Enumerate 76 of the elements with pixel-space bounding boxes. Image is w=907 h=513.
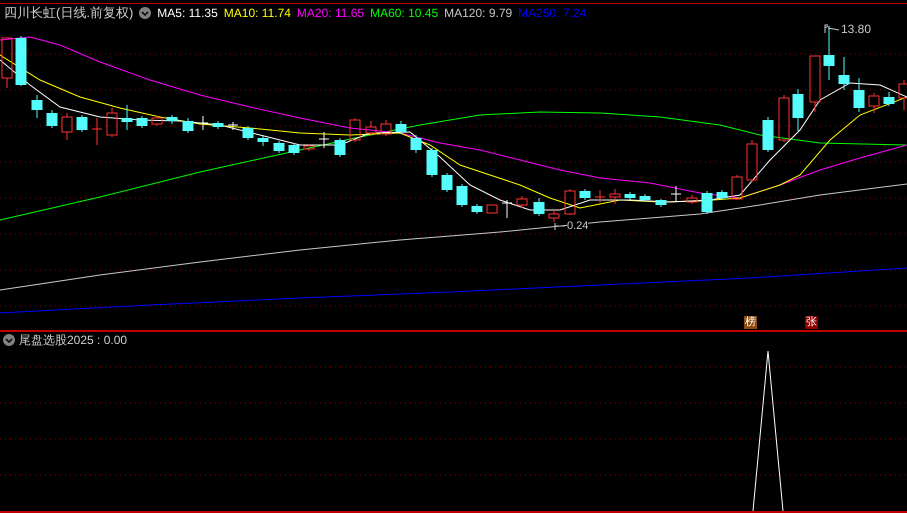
candlestick [122,104,132,130]
candlestick [106,108,118,138]
candlestick [380,120,392,136]
candlestick [46,110,58,128]
candlestick [166,114,178,124]
candlestick [396,120,406,134]
candlestick [228,122,238,130]
moving-average-label: MA60: 10.45 [370,5,438,22]
moving-average-label: MA250: 7.24 [518,5,586,22]
signal-badge: 张 [805,316,818,329]
candlestick [792,88,804,132]
candlestick [534,198,544,216]
candlestick [732,174,742,200]
candlestick [212,120,224,130]
candlestick [442,172,452,192]
candlestick [580,188,590,200]
candlestick [564,188,576,216]
candlestick [778,94,790,142]
candlestick [2,38,12,88]
candlestick [656,198,666,208]
low-price-label: 0.24 [567,221,588,232]
candlestick [868,92,880,114]
candlestick [318,132,330,148]
candlestick [92,118,102,146]
candlestick [884,92,894,106]
candlestick [366,120,376,136]
candlestick [350,118,360,142]
candlestick [516,196,528,208]
high-price-label: 13.80 [841,23,872,35]
candlestick [334,138,346,158]
candlestick [152,116,162,126]
candlestick [136,116,148,128]
candlestick [32,94,42,118]
candlestick [288,142,300,156]
moving-average-label: MA120: 9.79 [444,5,512,22]
candlestick [182,118,194,134]
candlestick [898,80,907,110]
candlestick [304,144,314,152]
candlestick [16,36,26,86]
dropdown-icon[interactable] [139,7,152,19]
moving-average-label: MA20: 11.65 [296,5,364,22]
candlestick [838,56,850,90]
indicator-title: 尾盘选股2025 : 0.00 [19,332,128,349]
candlestick [548,210,560,222]
moving-average-label: MA10: 11.74 [224,5,291,22]
candlestick [624,192,636,200]
candlestick [716,190,728,200]
candlestick [762,116,774,152]
stock-title: 四川长虹(日线.前复权) [4,4,134,22]
candlestick [242,126,254,140]
candlestick [456,184,468,208]
candlestick [502,200,512,218]
arrow-icon [824,24,840,34]
signal-badge: 榜 [744,316,757,329]
arrow-icon [554,222,566,231]
candlestick [274,140,284,154]
candlestick [746,140,758,182]
candlestick [640,194,650,202]
candlestick [670,186,682,202]
dropdown-icon[interactable] [3,334,15,346]
candlestick [610,188,620,204]
candlestick [702,190,712,214]
candlestick [486,204,498,214]
moving-average-label: MA5: 11.35 [157,5,218,22]
candlestick [410,134,422,154]
candlestick [62,112,72,140]
candlestick [824,26,834,80]
candlestick [426,148,438,178]
candlestick [472,204,482,214]
candlestick [258,134,268,146]
candlestick [76,114,88,132]
candlestick [594,190,606,204]
candlestick [810,56,820,112]
candlestick [854,78,864,112]
candlestick [198,116,208,130]
candlestick [686,194,698,204]
